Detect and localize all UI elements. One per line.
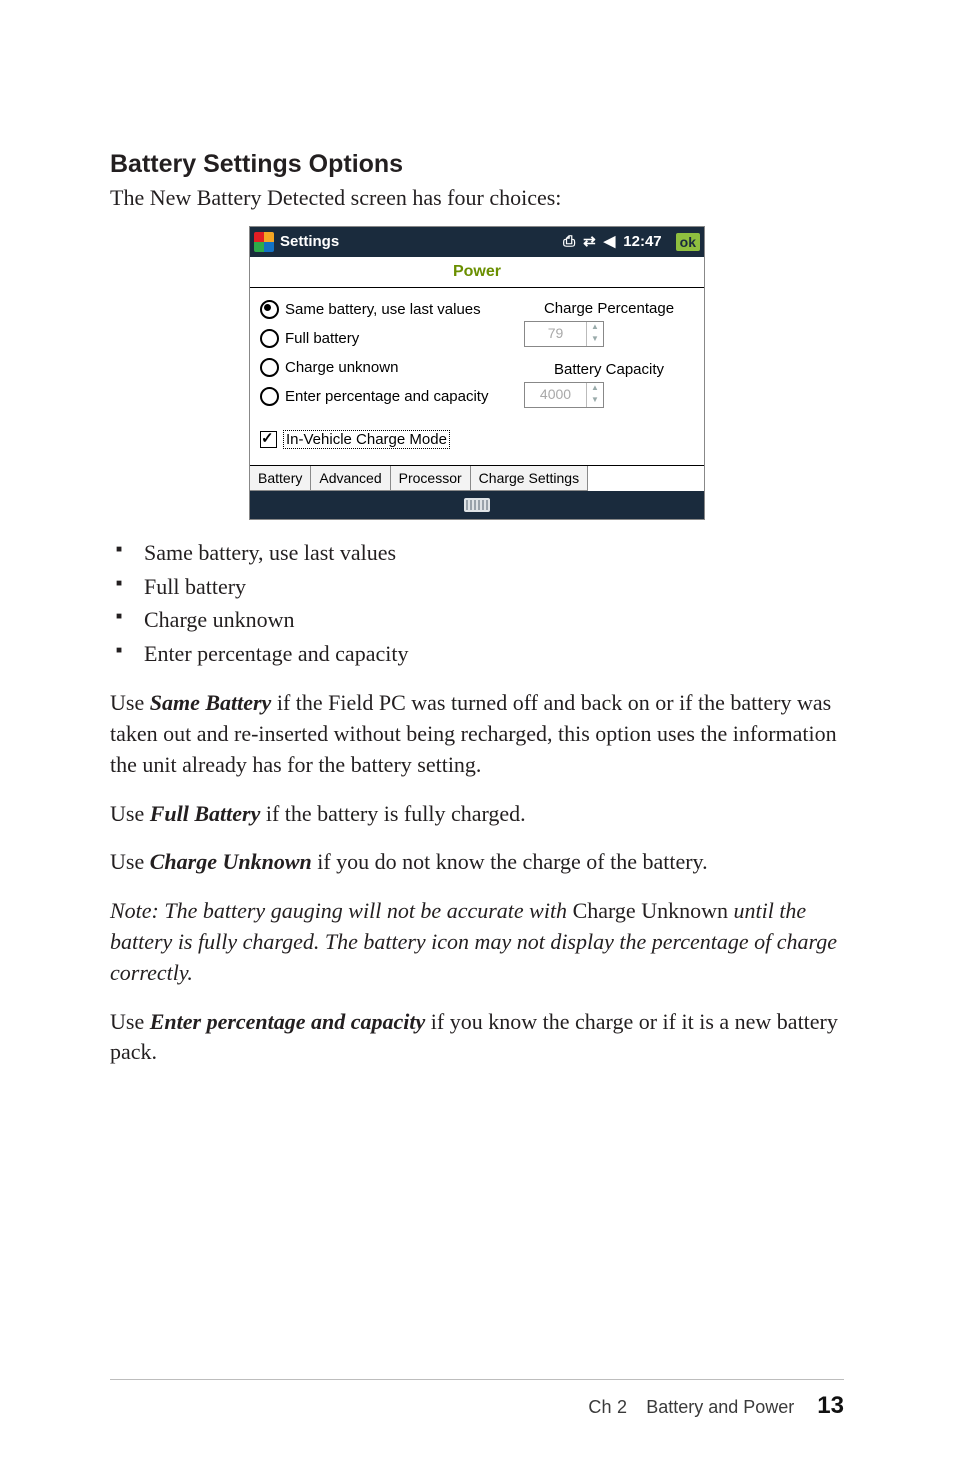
radio-icon — [260, 300, 279, 319]
battery-cap-field[interactable]: 4000 ▲▼ — [524, 382, 604, 408]
charge-pct-field[interactable]: 79 ▲▼ — [524, 321, 604, 347]
paragraph-same-battery: Use Same Battery if the Field PC was tur… — [110, 688, 844, 780]
in-vehicle-checkbox[interactable]: In-Vehicle Charge Mode — [260, 430, 694, 449]
paragraph-enter-pct: Use Enter percentage and capacity if you… — [110, 1007, 844, 1069]
footer-chapter-label: Ch 2 — [588, 1397, 627, 1417]
battery-cap-value: 4000 — [525, 383, 586, 407]
window-titlebar: Settings ⎙ ⇄ ◀ 12:47 ok — [250, 227, 704, 257]
footer-chapter-title: Battery and Power — [646, 1397, 794, 1417]
status-tray: ⎙ ⇄ ◀ 12:47 ok — [563, 227, 700, 257]
radio-icon — [260, 387, 279, 406]
list-item: Enter percentage and capacity — [138, 638, 844, 670]
radio-full-battery[interactable]: Full battery — [260, 329, 520, 348]
sip-bar — [250, 491, 704, 519]
tab-processor[interactable]: Processor — [391, 466, 471, 491]
spinner-icon[interactable]: ▲▼ — [586, 383, 603, 407]
footer-page-number: 13 — [817, 1392, 844, 1419]
checkbox-label: In-Vehicle Charge Mode — [283, 430, 450, 449]
intro-text: The New Battery Detected screen has four… — [110, 183, 844, 213]
list-item: Same battery, use last values — [138, 537, 844, 569]
settings-window: Settings ⎙ ⇄ ◀ 12:47 ok Power Same — [250, 227, 704, 519]
charge-pct-label: Charge Percentage — [524, 300, 694, 317]
radio-label: Full battery — [285, 330, 359, 347]
tab-advanced[interactable]: Advanced — [311, 466, 390, 491]
start-flag-icon[interactable] — [254, 232, 274, 252]
page-footer: Ch 2 Battery and Power 13 — [110, 1379, 844, 1420]
keyboard-icon[interactable] — [464, 498, 490, 512]
radio-label: Charge unknown — [285, 359, 398, 376]
volume-icon[interactable]: ◀ — [604, 234, 616, 249]
radio-icon — [260, 329, 279, 348]
list-item: Charge unknown — [138, 604, 844, 636]
screenshot-figure: Settings ⎙ ⇄ ◀ 12:47 ok Power Same — [110, 227, 844, 519]
clock[interactable]: 12:47 — [623, 227, 661, 257]
radio-icon — [260, 358, 279, 377]
list-item: Full battery — [138, 571, 844, 603]
tab-charge-settings[interactable]: Charge Settings — [471, 466, 588, 491]
paragraph-note: Note: The battery gauging will not be ac… — [110, 896, 844, 988]
paragraph-full-battery: Use Full Battery if the battery is fully… — [110, 799, 844, 830]
paragraph-charge-unknown: Use Charge Unknown if you do not know th… — [110, 847, 844, 878]
tab-battery[interactable]: Battery — [250, 466, 311, 491]
radio-label: Same battery, use last values — [285, 301, 481, 318]
panel-body: Same battery, use last values Full batte… — [250, 288, 704, 465]
battery-cap-label: Battery Capacity — [524, 361, 694, 378]
window-title: Settings — [280, 227, 339, 257]
radio-same-battery[interactable]: Same battery, use last values — [260, 300, 520, 319]
bullet-list: Same battery, use last values Full batte… — [110, 537, 844, 671]
radio-charge-unknown[interactable]: Charge unknown — [260, 358, 520, 377]
signal-icon[interactable]: ⎙ — [563, 234, 575, 249]
radio-label: Enter percentage and capacity — [285, 388, 488, 405]
charge-pct-value: 79 — [525, 322, 586, 346]
checkbox-icon — [260, 431, 277, 448]
spinner-icon[interactable]: ▲▼ — [586, 322, 603, 346]
ok-button[interactable]: ok — [676, 233, 700, 251]
panel-title: Power — [250, 257, 704, 287]
radio-enter-pct-cap[interactable]: Enter percentage and capacity — [260, 387, 520, 406]
tab-bar: Battery Advanced Processor Charge Settin… — [250, 465, 704, 491]
sync-icon[interactable]: ⇄ — [583, 234, 596, 249]
section-heading: Battery Settings Options — [110, 150, 844, 179]
